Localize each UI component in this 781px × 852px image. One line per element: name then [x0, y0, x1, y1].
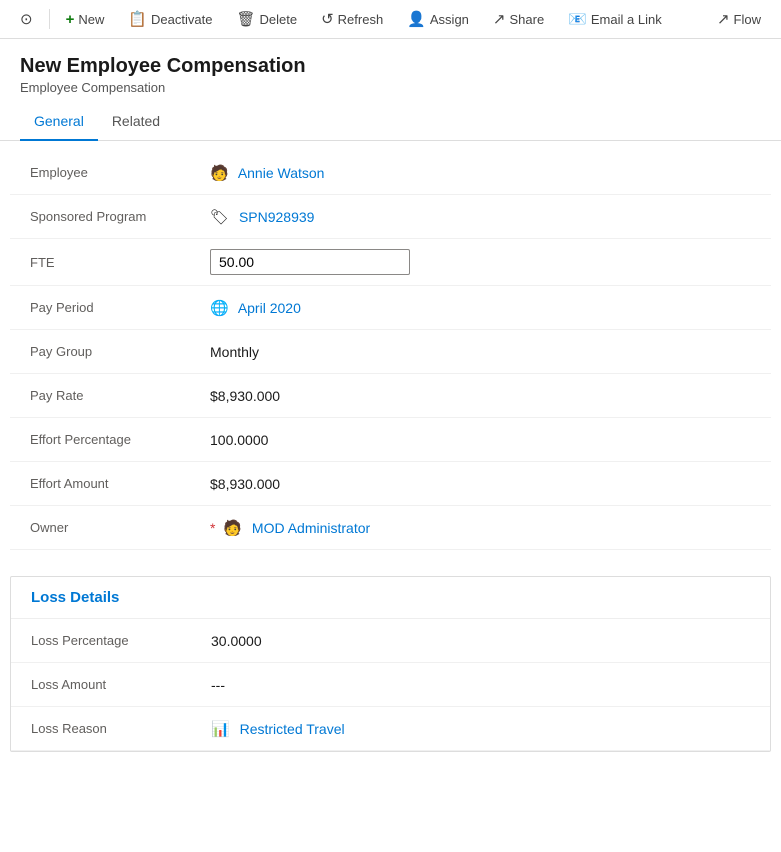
effort-percentage-value: 100.0000 [210, 432, 751, 448]
field-row-employee: Employee 🧑 Annie Watson [10, 151, 771, 195]
owner-link[interactable]: MOD Administrator [252, 520, 370, 536]
assign-icon: 👤 [407, 10, 426, 28]
pay-rate-value: $8,930.000 [210, 388, 751, 404]
refresh-icon: ↺ [321, 10, 334, 28]
effort-percentage-label: Effort Percentage [30, 432, 210, 447]
fte-label: FTE [30, 255, 210, 270]
delete-button[interactable]: 🗑 Delete [226, 6, 307, 32]
assign-button[interactable]: 👤 Assign [397, 6, 479, 32]
tabs-container: General Related [0, 103, 781, 141]
field-row-loss-percentage: Loss Percentage 30.0000 [11, 619, 770, 663]
field-row-pay-period: Pay Period 🌐 April 2020 [10, 286, 771, 330]
tab-general[interactable]: General [20, 103, 98, 141]
loss-reason-chart-icon: 📊 [211, 721, 230, 738]
page-header: New Employee Compensation Employee Compe… [0, 39, 781, 103]
page-title: New Employee Compensation [20, 55, 761, 78]
employee-person-icon: 🧑 [210, 165, 229, 182]
flow-button[interactable]: ↗ Flow [707, 6, 771, 32]
loss-details-header: Loss Details [11, 577, 770, 619]
share-icon: ↗ [493, 10, 506, 28]
new-icon: + [66, 11, 75, 28]
assign-label: Assign [430, 12, 469, 27]
loss-amount-value: --- [211, 677, 750, 693]
flow-icon: ↗ [717, 10, 730, 28]
page-subtitle: Employee Compensation [20, 80, 761, 95]
deactivate-icon: 📋 [128, 10, 147, 28]
flow-label: Flow [734, 12, 761, 27]
toolbar-separator-1 [49, 9, 50, 29]
field-row-pay-rate: Pay Rate $8,930.000 [10, 374, 771, 418]
field-row-loss-amount: Loss Amount --- [11, 663, 770, 707]
pay-period-link[interactable]: April 2020 [238, 300, 301, 316]
effort-amount-value: $8,930.000 [210, 476, 751, 492]
field-row-owner: Owner * 🧑 MOD Administrator [10, 506, 771, 550]
fte-input[interactable] [210, 249, 410, 275]
field-row-fte: FTE [10, 239, 771, 286]
back-button[interactable]: ⊙ [10, 6, 43, 32]
pay-period-label: Pay Period [30, 300, 210, 315]
fte-value [210, 249, 751, 275]
back-icon: ⊙ [20, 10, 33, 28]
owner-required-star: * [210, 520, 215, 536]
email-label: Email a Link [591, 12, 662, 27]
loss-reason-link[interactable]: Restricted Travel [240, 721, 345, 737]
sponsored-program-value: 🏷 SPN928939 [210, 208, 751, 226]
sponsored-program-link[interactable]: SPN928939 [239, 209, 315, 225]
owner-person-icon: 🧑 [223, 520, 242, 537]
toolbar: ⊙ + New 📋 Deactivate 🗑 Delete ↺ Refresh … [0, 0, 781, 39]
effort-amount-label: Effort Amount [30, 476, 210, 491]
owner-value: * 🧑 MOD Administrator [210, 519, 751, 537]
pay-group-value: Monthly [210, 344, 751, 360]
refresh-button[interactable]: ↺ Refresh [311, 6, 393, 32]
email-icon: 📧 [568, 10, 587, 28]
loss-amount-label: Loss Amount [31, 677, 211, 692]
email-button[interactable]: 📧 Email a Link [558, 6, 672, 32]
pay-rate-label: Pay Rate [30, 388, 210, 403]
sponsored-program-label: Sponsored Program [30, 209, 210, 224]
employee-label: Employee [30, 165, 210, 180]
pay-period-calendar-icon: 🌐 [210, 300, 229, 317]
delete-icon: 🗑 [236, 10, 255, 28]
employee-link[interactable]: Annie Watson [238, 165, 325, 181]
employee-value: 🧑 Annie Watson [210, 164, 751, 182]
new-button[interactable]: + New [56, 7, 115, 32]
loss-percentage-value: 30.0000 [211, 633, 750, 649]
general-form: Employee 🧑 Annie Watson Sponsored Progra… [10, 141, 771, 560]
deactivate-label: Deactivate [151, 12, 212, 27]
loss-details-section: Loss Details Loss Percentage 30.0000 Los… [10, 576, 771, 752]
pay-group-label: Pay Group [30, 344, 210, 359]
sponsored-program-icon: 🏷 [210, 209, 229, 226]
refresh-label: Refresh [338, 12, 384, 27]
deactivate-button[interactable]: 📋 Deactivate [118, 6, 222, 32]
loss-reason-label: Loss Reason [31, 721, 211, 736]
share-button[interactable]: ↗ Share [483, 6, 554, 32]
new-label: New [78, 12, 104, 27]
loss-details-body: Loss Percentage 30.0000 Loss Amount --- … [11, 619, 770, 751]
tab-related[interactable]: Related [98, 103, 174, 141]
field-row-pay-group: Pay Group Monthly [10, 330, 771, 374]
field-row-effort-percentage: Effort Percentage 100.0000 [10, 418, 771, 462]
field-row-effort-amount: Effort Amount $8,930.000 [10, 462, 771, 506]
loss-reason-value: 📊 Restricted Travel [211, 720, 750, 738]
field-row-sponsored-program: Sponsored Program 🏷 SPN928939 [10, 195, 771, 239]
loss-percentage-label: Loss Percentage [31, 633, 211, 648]
share-label: Share [510, 12, 545, 27]
pay-period-value: 🌐 April 2020 [210, 299, 751, 317]
field-row-loss-reason: Loss Reason 📊 Restricted Travel [11, 707, 770, 751]
delete-label: Delete [260, 12, 298, 27]
owner-label: Owner [30, 520, 210, 535]
